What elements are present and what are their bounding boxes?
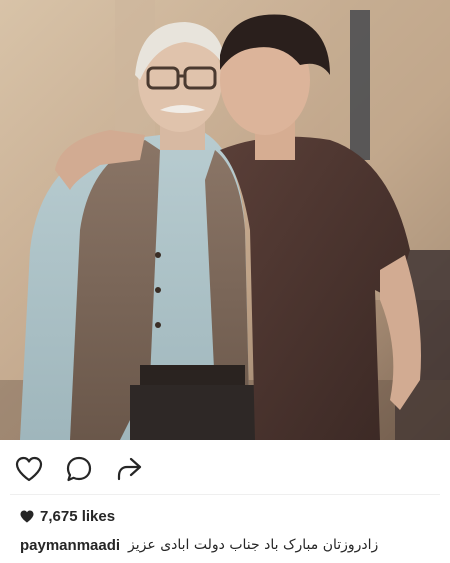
username-link[interactable]: paymanmaadi (20, 537, 120, 554)
divider (10, 494, 440, 495)
comment-bubble-icon[interactable] (64, 454, 94, 484)
post-caption: paymanmaadi زادروزتان مبارک باد جناب دول… (20, 533, 438, 557)
post-photo[interactable] (0, 0, 450, 440)
share-arrow-icon[interactable] (114, 454, 144, 484)
caption-text: زادروزتان مبارک باد جناب دولت ابادی عزیز (128, 537, 379, 553)
heart-filled-icon (20, 510, 34, 523)
post-actions-bar (0, 448, 450, 488)
likes-label: 7,675 likes (40, 508, 116, 525)
heart-outline-icon[interactable] (14, 454, 44, 484)
photo-illustration (0, 0, 450, 440)
likes-count[interactable]: 7,675 likes (20, 508, 115, 525)
